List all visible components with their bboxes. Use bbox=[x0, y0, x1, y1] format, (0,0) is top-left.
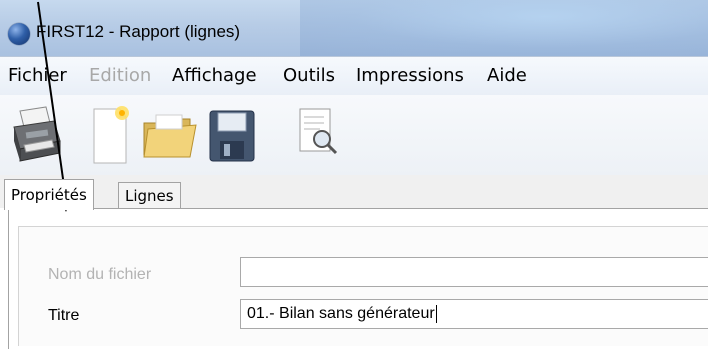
app-icon bbox=[8, 23, 30, 45]
title-bar-glow bbox=[300, 0, 708, 56]
menu-bar: Fichier Edition Affichage Outils Impress… bbox=[0, 56, 708, 96]
tab-proprietes[interactable]: Propriétés bbox=[4, 179, 94, 210]
tab-lignes[interactable]: Lignes bbox=[118, 182, 181, 209]
tab-strip: Propriétés Lignes bbox=[0, 175, 708, 210]
title-field[interactable]: 01.- Bilan sans générateur bbox=[240, 299, 708, 329]
title-value: 01.- Bilan sans générateur bbox=[247, 305, 435, 322]
menu-affichage[interactable]: Affichage bbox=[172, 65, 257, 86]
menu-outils[interactable]: Outils bbox=[283, 65, 335, 86]
title-label: Titre bbox=[48, 307, 80, 324]
printer-icon[interactable] bbox=[8, 101, 64, 167]
menu-impressions[interactable]: Impressions bbox=[356, 65, 464, 86]
menu-fichier[interactable]: Fichier bbox=[8, 65, 67, 86]
window-title: FIRST12 - Rapport (lignes) bbox=[36, 22, 241, 41]
toolbar bbox=[0, 95, 708, 175]
text-caret bbox=[435, 304, 437, 323]
title-bar: FIRST12 - Rapport (lignes) bbox=[0, 0, 708, 56]
open-folder-icon[interactable] bbox=[138, 101, 197, 167]
save-disk-icon[interactable] bbox=[204, 101, 260, 167]
new-document-icon[interactable] bbox=[80, 101, 136, 167]
filename-field[interactable] bbox=[240, 257, 708, 287]
menu-aide[interactable]: Aide bbox=[487, 65, 527, 86]
print-preview-icon[interactable] bbox=[288, 101, 344, 167]
menu-edition[interactable]: Edition bbox=[89, 65, 151, 86]
filename-label: Nom du fichier bbox=[48, 266, 152, 283]
